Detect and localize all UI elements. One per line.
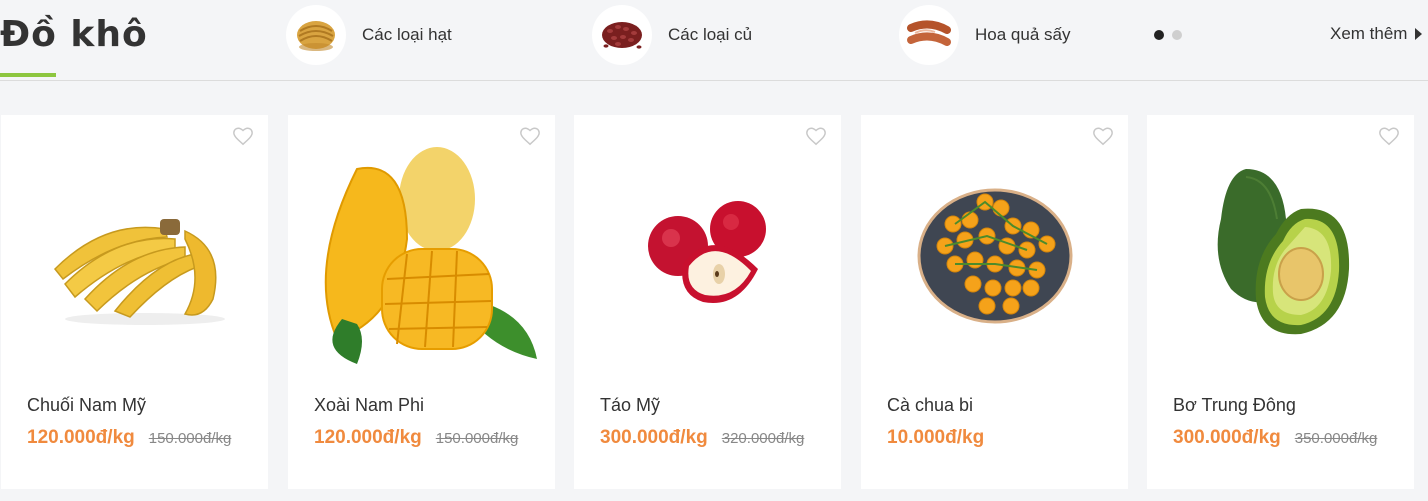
product-price: 120.000đ/kg <box>27 427 135 448</box>
product-old-price: 150.000đ/kg <box>148 430 232 447</box>
price-row: 10.000đ/kg <box>887 427 984 449</box>
product-old-price: 320.000đ/kg <box>721 430 805 447</box>
price-row: 300.000đ/kg 350.000đ/kg <box>1173 427 1377 449</box>
product-card[interactable]: Xoài Nam Phi 120.000đ/kg 150.000đ/kg <box>288 115 555 489</box>
category-label: Các loại hạt <box>362 25 452 44</box>
dried-noodles-icon <box>286 5 346 65</box>
product-name[interactable]: Bơ Trung Đông <box>1173 395 1296 416</box>
banana-image[interactable] <box>1 129 268 379</box>
product-price: 120.000đ/kg <box>314 427 422 448</box>
section-header: Đồ khô Các loại hạt Các loại củ Hoa quả … <box>0 0 1428 81</box>
section-title: Đồ khô <box>0 14 148 55</box>
see-more-label: Xem thêm <box>1330 24 1408 43</box>
product-name[interactable]: Xoài Nam Phi <box>314 395 424 416</box>
caret-right-icon <box>1415 28 1423 40</box>
category-dried-fruit[interactable]: Hoa quả sấy <box>899 4 1070 66</box>
avocado-image[interactable] <box>1147 129 1414 379</box>
carousel-dot-1[interactable] <box>1154 30 1164 40</box>
product-name[interactable]: Cà chua bi <box>887 395 973 416</box>
product-card[interactable]: Bơ Trung Đông 300.000đ/kg 350.000đ/kg <box>1147 115 1414 489</box>
product-old-price: 150.000đ/kg <box>435 430 519 447</box>
cherry-tomato-image[interactable] <box>861 129 1128 379</box>
sausage-icon <box>899 5 959 65</box>
carousel-dots <box>1154 30 1182 40</box>
product-price: 300.000đ/kg <box>1173 427 1281 448</box>
category-label: Hoa quả sấy <box>975 25 1071 44</box>
price-row: 120.000đ/kg 150.000đ/kg <box>27 427 231 449</box>
mango-image[interactable] <box>288 129 555 379</box>
product-price: 10.000đ/kg <box>887 427 985 448</box>
category-roots[interactable]: Các loại củ <box>592 4 752 66</box>
product-card[interactable]: Táo Mỹ 300.000đ/kg 320.000đ/kg <box>574 115 841 489</box>
red-beans-icon <box>592 5 652 65</box>
product-name[interactable]: Táo Mỹ <box>600 395 660 416</box>
product-card[interactable]: Chuối Nam Mỹ 120.000đ/kg 150.000đ/kg <box>1 115 268 489</box>
apple-image[interactable] <box>574 129 841 379</box>
header-divider <box>0 80 1428 81</box>
product-price: 300.000đ/kg <box>600 427 708 448</box>
see-more-link[interactable]: Xem thêm <box>1330 24 1423 44</box>
title-underline <box>0 73 56 77</box>
category-label: Các loại củ <box>668 25 753 44</box>
price-row: 300.000đ/kg 320.000đ/kg <box>600 427 804 449</box>
price-row: 120.000đ/kg 150.000đ/kg <box>314 427 518 449</box>
product-old-price: 350.000đ/kg <box>1294 430 1378 447</box>
product-card[interactable]: Cà chua bi 10.000đ/kg <box>861 115 1128 489</box>
product-name[interactable]: Chuối Nam Mỹ <box>27 395 146 416</box>
category-nuts[interactable]: Các loại hạt <box>286 4 452 66</box>
carousel-dot-2[interactable] <box>1172 30 1182 40</box>
